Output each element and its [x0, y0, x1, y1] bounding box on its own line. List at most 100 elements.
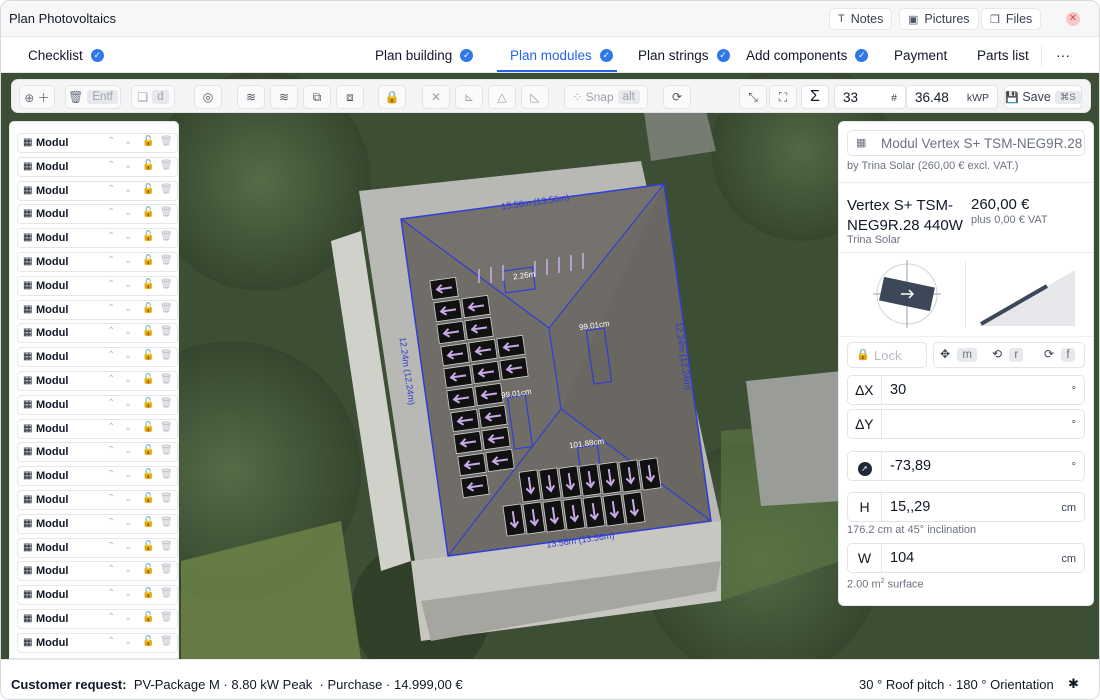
move-down-icon[interactable]: ⌄ — [124, 636, 132, 647]
lock-button[interactable]: 🔒 — [378, 85, 406, 109]
module-list-item[interactable]: ▦ Modul ⌃ ⌄ 🔓 🗑 — [17, 156, 178, 177]
fullscreen-button[interactable]: ⛶ — [769, 85, 797, 109]
move-down-icon[interactable]: ⌄ — [124, 160, 132, 171]
measure-button[interactable]: ◺ — [521, 85, 549, 109]
solar-module[interactable] — [598, 461, 622, 495]
solar-module[interactable] — [464, 316, 494, 341]
solar-module[interactable] — [429, 276, 459, 301]
delta-y-field[interactable]: ∆Y ° — [847, 409, 1085, 439]
trash-icon[interactable]: 🗑 — [160, 636, 173, 647]
tab-plan-modules[interactable]: Plan modules ✓ — [510, 48, 613, 63]
solar-module[interactable] — [481, 426, 511, 451]
target-button[interactable]: ◎ — [194, 85, 222, 109]
trash-icon[interactable]: 🗑 — [160, 255, 173, 266]
move-down-icon[interactable]: ⌄ — [124, 136, 132, 147]
module-list-item[interactable]: ▦ Modul ⌃ ⌄ 🔓 🗑 — [17, 275, 178, 296]
move-up-icon[interactable]: ⌃ — [107, 445, 115, 456]
rotate-button[interactable]: ⟲ r — [992, 347, 1024, 362]
flip-button[interactable]: ⟳ f — [1044, 347, 1075, 362]
files-button[interactable]: ❐ Files — [981, 8, 1042, 30]
move-up-icon[interactable]: ⌃ — [107, 636, 115, 647]
solar-module[interactable] — [478, 404, 508, 429]
unlock-icon[interactable]: 🔓 — [142, 231, 154, 242]
move-down-icon[interactable]: ⌄ — [124, 231, 132, 242]
tab-parts-list[interactable]: Parts list — [977, 48, 1029, 63]
solar-module[interactable] — [496, 334, 526, 359]
close-icon[interactable]: ✕ — [1066, 12, 1080, 26]
save-button[interactable]: 💾 Save ⌘S — [1004, 85, 1082, 109]
solar-module[interactable] — [562, 497, 586, 531]
solar-module[interactable] — [518, 469, 542, 503]
module-list-item[interactable]: ▦ Modul ⌃ ⌄ 🔓 🗑 — [17, 442, 178, 463]
solar-module[interactable] — [460, 474, 490, 499]
module-select[interactable]: ▦ Modul Vertex S+ TSM-NEG9R.28 — [847, 130, 1085, 156]
trash-icon[interactable]: 🗑 — [160, 184, 173, 195]
trash-icon[interactable]: 🗑 — [160, 279, 173, 290]
move-up-icon[interactable]: ⌃ — [107, 207, 115, 218]
move-down-icon[interactable]: ⌄ — [124, 588, 132, 599]
trash-icon[interactable]: 🗑 — [160, 231, 173, 242]
move-up-icon[interactable]: ⌃ — [107, 422, 115, 433]
width-field[interactable]: W 104 cm — [847, 543, 1085, 573]
trash-icon[interactable]: 🗑 — [160, 541, 173, 552]
solar-module[interactable] — [433, 298, 463, 323]
move-button[interactable]: ✥ m — [940, 347, 977, 362]
module-list-item[interactable]: ▦ Modul ⌃ ⌄ 🔓 🗑 — [17, 561, 178, 582]
unlock-icon[interactable]: 🔓 — [142, 160, 154, 171]
unlock-icon[interactable]: 🔓 — [142, 279, 154, 290]
unlock-icon[interactable]: 🔓 — [142, 517, 154, 528]
unlock-icon[interactable]: 🔓 — [142, 469, 154, 480]
add-module-button[interactable]: ⊕ ＋ — [19, 85, 55, 109]
solar-module[interactable] — [443, 364, 473, 389]
unlock-icon[interactable]: 🔓 — [142, 398, 154, 409]
move-down-icon[interactable]: ⌄ — [124, 184, 132, 195]
trash-icon[interactable]: 🗑 — [160, 160, 173, 171]
move-up-icon[interactable]: ⌃ — [107, 398, 115, 409]
ungroup-button[interactable]: ⧈ — [336, 85, 364, 109]
move-up-icon[interactable]: ⌃ — [107, 350, 115, 361]
layer-up-button[interactable]: ≋ — [237, 85, 265, 109]
module-list-item[interactable]: ▦ Modul ⌃ ⌄ 🔓 🗑 — [17, 180, 178, 201]
move-down-icon[interactable]: ⌄ — [124, 255, 132, 266]
move-down-icon[interactable]: ⌄ — [124, 303, 132, 314]
module-list-item[interactable]: ▦ Modul ⌃ ⌄ 🔓 🗑 — [17, 418, 178, 439]
tab-payment[interactable]: Payment — [894, 48, 947, 63]
kwp-field[interactable]: 36.48 kWP — [906, 85, 998, 109]
move-up-icon[interactable]: ⌃ — [107, 517, 115, 528]
unlock-icon[interactable]: 🔓 — [142, 255, 154, 266]
move-down-icon[interactable]: ⌄ — [124, 398, 132, 409]
notes-button[interactable]: T Notes — [829, 8, 893, 30]
move-down-icon[interactable]: ⌄ — [124, 350, 132, 361]
lock-button[interactable]: 🔒 Lock — [847, 342, 927, 368]
delta-x-field[interactable]: ∆X 30 ° — [847, 375, 1085, 405]
move-up-icon[interactable]: ⌃ — [107, 303, 115, 314]
solar-module[interactable] — [468, 338, 498, 363]
snap-toggle[interactable]: ⁘ Snap alt — [564, 85, 648, 109]
move-down-icon[interactable]: ⌄ — [124, 517, 132, 528]
solar-module[interactable] — [440, 342, 470, 367]
move-down-icon[interactable]: ⌄ — [124, 564, 132, 575]
move-down-icon[interactable]: ⌄ — [124, 207, 132, 218]
trash-icon[interactable]: 🗑 — [160, 303, 173, 314]
solar-module[interactable] — [471, 360, 501, 385]
module-list-item[interactable]: ▦ Modul ⌃ ⌄ 🔓 🗑 — [17, 347, 178, 368]
more-icon[interactable]: ··· — [1056, 47, 1070, 63]
move-down-icon[interactable]: ⌄ — [124, 279, 132, 290]
delete-button[interactable]: 🗑 Entf — [65, 85, 121, 109]
module-list-item[interactable]: ▦ Modul ⌃ ⌄ 🔓 🗑 — [17, 632, 178, 653]
module-list-item[interactable]: ▦ Modul ⌃ ⌄ 🔓 🗑 — [17, 466, 178, 487]
refresh-button[interactable]: ⟳ — [663, 85, 691, 109]
tab-plan-strings[interactable]: Plan strings ✓ — [638, 48, 730, 63]
settings-icon[interactable]: ✱ — [1068, 676, 1079, 692]
solar-module[interactable] — [474, 382, 504, 407]
sum-button[interactable]: Σ — [801, 85, 829, 109]
trash-icon[interactable]: 🗑 — [160, 588, 173, 599]
unlock-icon[interactable]: 🔓 — [142, 374, 154, 385]
unlock-icon[interactable]: 🔓 — [142, 588, 154, 599]
module-count-field[interactable]: 33 # — [834, 85, 906, 109]
module-list-item[interactable]: ▦ Modul ⌃ ⌄ 🔓 🗑 — [17, 394, 178, 415]
layer-down-button[interactable]: ≋ — [270, 85, 298, 109]
unlock-icon[interactable]: 🔓 — [142, 445, 154, 456]
tab-add-components[interactable]: Add components ✓ — [746, 48, 869, 63]
solar-module[interactable] — [638, 457, 662, 491]
